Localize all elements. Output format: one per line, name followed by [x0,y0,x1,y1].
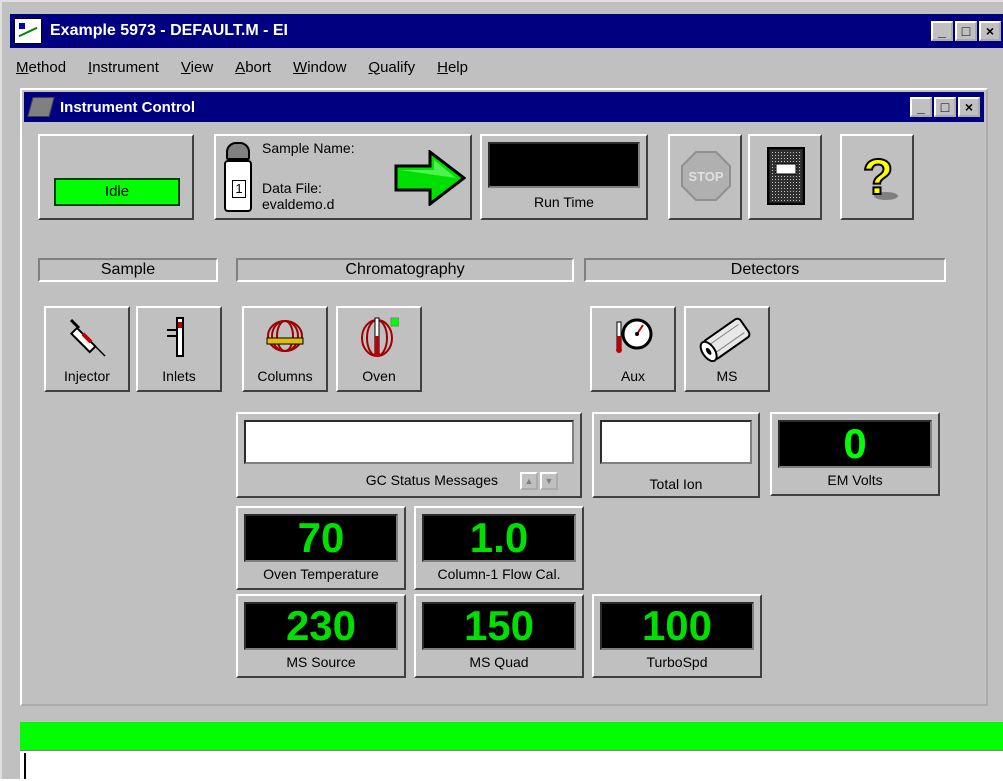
inner-maximize-button[interactable]: □ [934,97,956,117]
menu-instrument[interactable]: Instrument [88,59,159,76]
data-file-value: evaldemo.d [262,196,335,212]
ms-source-value: 230 [244,602,398,650]
menu-bar: Method Instrument View Abort Window Qual… [12,52,1002,82]
column-coil-icon [266,320,304,352]
em-volts-label: EM Volts [827,472,883,488]
oven-thermometer-icon [361,317,399,357]
status-indicator: Idle [54,178,180,206]
injector-button[interactable]: Injector [44,306,130,392]
turbo-speed-value: 100 [600,602,754,650]
run-time-label: Run Time [534,194,594,210]
scroll-down-button[interactable]: ▼ [540,472,558,490]
oven-label: Oven [362,368,396,384]
instrument-status-panel: Idle [38,134,194,220]
logbook-icon [767,147,805,205]
scroll-up-button[interactable]: ▲ [520,472,538,490]
stop-button[interactable]: STOP [668,134,742,220]
question-mark-icon: ? [862,148,898,206]
instrument-control-title-bar[interactable]: Instrument Control _ □ × [24,92,984,122]
chemstation-app-icon[interactable] [14,18,42,44]
column-flow-panel: 1.0 Column-1 Flow Cal. [414,506,584,590]
stop-sign-icon: STOP [681,151,731,201]
em-volts-value: 0 [778,420,932,468]
aux-gauge-icon [616,318,653,353]
turbo-speed-panel: 100 TurboSpd [592,594,762,678]
inner-close-button[interactable]: × [958,97,980,117]
syringe-icon [69,318,106,357]
ms-quad-label: MS Quad [469,654,529,670]
chromatography-group-header: Chromatography [236,258,574,282]
ms-source-panel: 230 MS Source [236,594,406,678]
sample-info-button[interactable]: 1 Sample Name: Data File: evaldemo.d [214,134,472,220]
sample-group-header: Sample [38,258,218,282]
data-file-label: Data File: [262,180,322,196]
gc-status-label: GC Status Messages [365,472,498,488]
aux-button[interactable]: Aux [590,306,676,392]
sample-name-label: Sample Name: [262,140,355,156]
aux-label: Aux [620,368,646,384]
oven-temperature-panel: 70 Oven Temperature [236,506,406,590]
status-bar [20,722,1003,750]
column-flow-value: 1.0 [422,514,576,562]
command-line-input[interactable] [20,750,1003,781]
columns-label: Columns [257,368,313,384]
menu-method[interactable]: Method [16,59,66,76]
vial-icon: 1 [222,142,254,212]
total-ion-display [600,420,752,464]
em-volts-panel: 0 EM Volts [770,412,940,496]
column-flow-label: Column-1 Flow Cal. [437,566,561,582]
turbo-speed-label: TurboSpd [646,654,708,670]
total-ion-panel: Total Ion [592,412,760,498]
inlet-icon [167,317,184,357]
close-button[interactable]: × [979,21,1001,41]
menu-help[interactable]: Help [437,59,468,76]
menu-abort[interactable]: Abort [235,59,271,76]
detectors-group-header: Detectors [584,258,946,282]
gc-status-messages-display [244,420,574,464]
menu-qualify[interactable]: Qualify [368,59,415,76]
instrument-control-window: Instrument Control _ □ × Idle 1 Sample N… [20,88,988,706]
ms-quad-panel: 150 MS Quad [414,594,584,678]
minimize-button[interactable]: _ [931,21,953,41]
inner-minimize-button[interactable]: _ [910,97,932,117]
menu-view[interactable]: View [181,59,213,76]
instrument-icon[interactable] [27,97,55,117]
svg-text:?: ? [863,149,894,205]
oven-button[interactable]: Oven [336,306,422,392]
app-window: Example 5973 - DEFAULT.M - EI _ □ × Meth… [0,0,1003,781]
help-button[interactable]: ? [840,134,914,220]
ms-label: MS [716,368,738,384]
inlets-label: Inlets [162,368,196,384]
columns-button[interactable]: Columns [242,306,328,392]
run-time-display [488,142,640,188]
app-title: Example 5973 - DEFAULT.M - EI [50,22,288,39]
ms-button[interactable]: MS [684,306,770,392]
menu-window[interactable]: Window [293,59,346,76]
mass-spectrometer-icon [699,317,751,363]
instrument-control-title: Instrument Control [60,98,195,116]
ms-source-label: MS Source [286,654,356,670]
ms-quad-value: 150 [422,602,576,650]
vial-number: 1 [232,180,246,198]
start-run-arrow-icon[interactable] [394,150,466,206]
logbook-button[interactable] [748,134,822,220]
oven-temperature-label: Oven Temperature [263,566,379,582]
total-ion-label: Total Ion [649,476,703,492]
gc-status-panel: GC Status Messages ▲ ▼ [236,412,582,498]
svg-text:STOP: STOP [688,169,723,184]
app-title-bar[interactable]: Example 5973 - DEFAULT.M - EI _ □ × [10,14,1003,48]
inlets-button[interactable]: Inlets [136,306,222,392]
run-time-panel: Run Time [480,134,648,220]
text-caret [24,753,26,779]
injector-label: Injector [64,368,110,384]
oven-temperature-value: 70 [244,514,398,562]
maximize-button[interactable]: □ [955,21,977,41]
